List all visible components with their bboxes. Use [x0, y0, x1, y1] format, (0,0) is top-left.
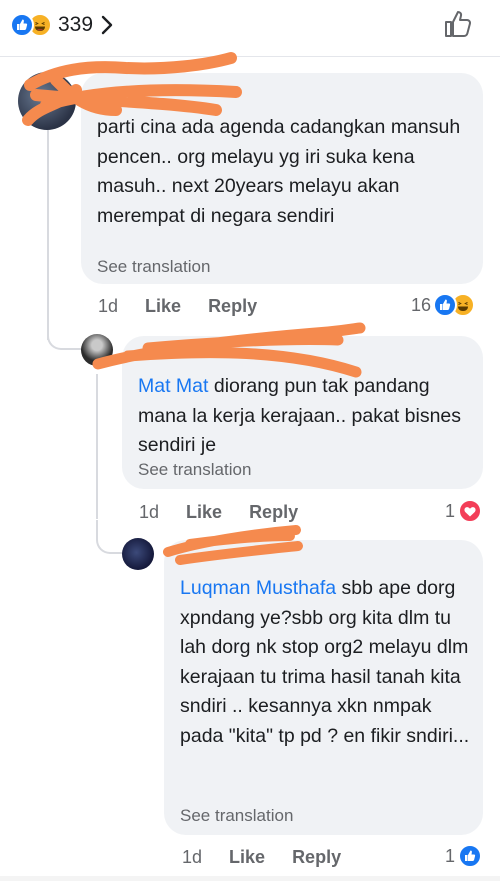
like-icon [433, 293, 458, 317]
reply-button[interactable]: Reply [249, 502, 298, 523]
chevron-right-icon[interactable] [101, 15, 113, 35]
comment-actions: 1d Like Reply [98, 294, 257, 318]
thread-connector [47, 326, 85, 350]
bottom-edge [0, 876, 500, 881]
comment-actions: 1d Like Reply [139, 500, 298, 524]
comment-bubble: Luqman Musthafa sbb ape dorg xpndang ye?… [164, 540, 483, 835]
divider [0, 56, 500, 57]
reaction-count: 1 [445, 845, 456, 866]
avatar[interactable] [18, 72, 76, 130]
comment-actions: 1d Like Reply [182, 845, 341, 869]
reaction-summary[interactable]: 339 [10, 10, 113, 40]
like-button[interactable]: Like [145, 296, 181, 317]
comment-text: parti cina ada agenda cadangkan mansuh p… [97, 116, 461, 227]
comment-reactions[interactable]: 1 [445, 843, 483, 869]
reply-button[interactable]: Reply [208, 296, 257, 317]
comment-reactions[interactable]: 1 [445, 498, 483, 524]
see-translation-link[interactable]: See translation [97, 257, 210, 277]
thread-line [47, 128, 49, 340]
avatar[interactable] [81, 334, 113, 366]
like-icon [10, 13, 34, 37]
thread-connector [96, 520, 126, 554]
mention-link[interactable]: Mat Mat [138, 375, 208, 397]
comment-bubble: Mat Mat diorang pun tak pandang mana la … [122, 336, 483, 489]
see-translation-link[interactable]: See translation [180, 806, 293, 826]
comment-time: 1d [139, 501, 160, 522]
reaction-count: 16 [411, 294, 432, 315]
comment-time: 1d [182, 846, 203, 867]
thread-line [96, 374, 98, 519]
see-translation-link[interactable]: See translation [138, 460, 251, 480]
reply-button[interactable]: Reply [292, 847, 341, 868]
like-button[interactable]: Like [229, 847, 265, 868]
comment-time: 1d [98, 295, 119, 316]
comment-reactions[interactable]: 16 [411, 292, 476, 318]
like-icon [458, 844, 483, 868]
comment-text: Luqman Musthafa sbb ape dorg xpndang ye?… [180, 577, 470, 747]
avatar[interactable] [122, 538, 154, 570]
like-button[interactable]: Like [186, 502, 222, 523]
comment-bubble: parti cina ada agenda cadangkan mansuh p… [81, 73, 483, 284]
love-icon [458, 499, 483, 523]
comment-text: Mat Mat diorang pun tak pandang mana la … [138, 375, 462, 456]
reaction-count: 339 [58, 13, 94, 36]
reaction-count: 1 [445, 500, 456, 521]
mention-link[interactable]: Luqman Musthafa [180, 577, 336, 599]
like-icon[interactable] [442, 8, 474, 40]
